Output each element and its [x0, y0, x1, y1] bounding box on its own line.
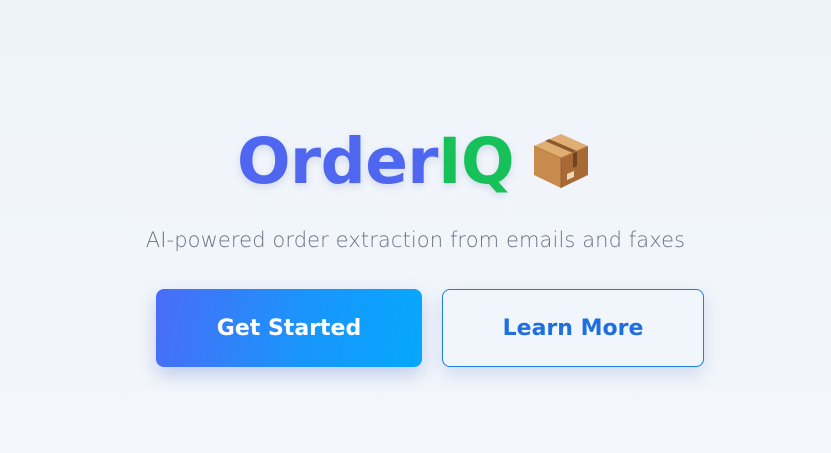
learn-more-button[interactable]: Learn More — [442, 289, 704, 367]
logo: OrderIQ — [0, 122, 831, 202]
brand-wordmark: OrderIQ — [236, 122, 515, 202]
top-band — [0, 0, 831, 57]
hero-section — [0, 57, 831, 453]
get-started-button[interactable]: Get Started — [156, 289, 422, 367]
package-box-icon — [528, 126, 594, 192]
brand-name-iq: IQ — [438, 125, 515, 198]
tagline: AI-powered order extraction from emails … — [145, 228, 686, 252]
brand-name-order: Order — [236, 125, 439, 198]
